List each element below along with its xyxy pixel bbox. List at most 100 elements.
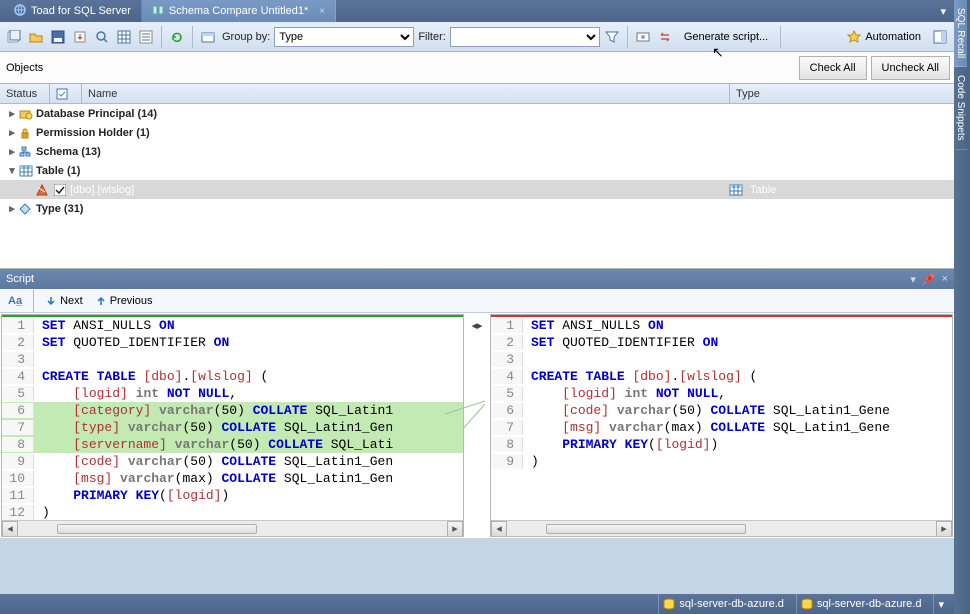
line-number: 1 xyxy=(491,318,523,333)
prev-diff-button[interactable]: Previous xyxy=(91,294,157,308)
code-line[interactable]: 12) xyxy=(2,504,463,521)
tree-row[interactable]: ▸ Type (31) xyxy=(0,199,954,218)
refresh-icon[interactable] xyxy=(168,28,186,46)
tree-row[interactable]: ▸ Database Principal (14) xyxy=(0,104,954,123)
col-name[interactable]: Name xyxy=(82,84,730,103)
scroll-thumb[interactable] xyxy=(546,524,746,534)
code-line[interactable]: 5 [logid] int NOT NULL, xyxy=(2,385,463,402)
minimize-panel-icon[interactable]: ▾ xyxy=(932,0,954,22)
scroll-right-icon[interactable]: ▸ xyxy=(447,521,463,537)
expand-icon[interactable]: ▸ xyxy=(6,202,18,215)
generate-label: Generate script... xyxy=(684,31,768,43)
code-line[interactable]: 1SET ANSI_NULLS ON xyxy=(491,317,952,334)
objects-bar: Objects Check All Uncheck All xyxy=(0,52,954,84)
open-icon[interactable] xyxy=(27,28,45,46)
line-number: 2 xyxy=(491,335,523,350)
code-line[interactable]: 3 xyxy=(491,351,952,368)
statusbar-menu[interactable]: ▾ xyxy=(933,594,948,614)
objects-tree[interactable]: ▸ Database Principal (14) ▸ Permission H… xyxy=(0,104,954,269)
code-line[interactable]: 7 [type] varchar(50) COLLATE SQL_Latin1_… xyxy=(2,419,463,436)
scroll-thumb[interactable] xyxy=(57,524,257,534)
collapse-icon[interactable]: ▾ xyxy=(6,164,18,177)
code-line[interactable]: 10 [msg] varchar(max) COLLATE SQL_Latin1… xyxy=(2,470,463,487)
separator xyxy=(33,290,34,312)
code-line[interactable]: 8 [servername] varchar(50) COLLATE SQL_L… xyxy=(2,436,463,453)
check-all-button[interactable]: Check All xyxy=(799,56,867,80)
options-icon[interactable] xyxy=(137,28,155,46)
connection-1[interactable]: sql-server-db-azure.d xyxy=(658,594,788,614)
code-line[interactable]: 2SET QUOTED_IDENTIFIER ON xyxy=(2,334,463,351)
line-number: 5 xyxy=(491,386,523,401)
rail-sql-recall[interactable]: SQL Recall xyxy=(954,0,967,67)
permission-icon xyxy=(18,126,34,140)
code-line[interactable]: 2SET QUOTED_IDENTIFIER ON xyxy=(491,334,952,351)
code-line[interactable]: 3 xyxy=(2,351,463,368)
tree-row[interactable]: ▸ Permission Holder (1) xyxy=(0,123,954,142)
line-number: 3 xyxy=(2,352,34,367)
tree-label: Table (1) xyxy=(36,165,80,177)
grid-icon[interactable] xyxy=(115,28,133,46)
line-number: 3 xyxy=(491,352,523,367)
line-number: 10 xyxy=(2,471,34,486)
code-line[interactable]: 9 [code] varchar(50) COLLATE SQL_Latin1_… xyxy=(2,453,463,470)
dropdown-icon[interactable]: ▾ xyxy=(910,273,916,286)
objects-label: Objects xyxy=(6,62,43,74)
tree-row[interactable]: ▾ Table (1) xyxy=(0,161,954,180)
diff-sync-icon[interactable]: ◂▸ xyxy=(465,313,489,538)
save-icon[interactable] xyxy=(49,28,67,46)
code-text: SET QUOTED_IDENTIFIER ON xyxy=(34,335,229,350)
code-line[interactable]: 1SET ANSI_NULLS ON xyxy=(2,317,463,334)
code-text: [category] varchar(50) COLLATE SQL_Latin… xyxy=(34,403,393,418)
col-type[interactable]: Type xyxy=(730,84,954,103)
tab-main[interactable]: Toad for SQL Server xyxy=(4,0,142,22)
uncheck-all-button[interactable]: Uncheck All xyxy=(871,56,950,80)
next-diff-button[interactable]: Next xyxy=(41,294,87,308)
hscrollbar[interactable]: ◂ ▸ xyxy=(491,520,952,536)
snapshot-l-icon[interactable] xyxy=(634,28,652,46)
arrow-down-icon xyxy=(45,295,57,307)
tree-label: Permission Holder (1) xyxy=(36,127,150,139)
search-icon[interactable] xyxy=(93,28,111,46)
generate-script-button[interactable]: Generate script... xyxy=(677,28,775,46)
tree-row[interactable]: ▸ Schema (13) xyxy=(0,142,954,161)
col-status[interactable]: Status xyxy=(0,84,50,103)
connection-2[interactable]: sql-server-db-azure.d xyxy=(796,594,926,614)
automation-button[interactable]: Automation xyxy=(840,27,928,47)
close-icon[interactable]: × xyxy=(319,6,325,17)
pin-icon[interactable]: 📌 xyxy=(922,273,936,286)
new-compare-icon[interactable] xyxy=(5,28,23,46)
filter-select[interactable] xyxy=(450,27,600,47)
swap-icon[interactable] xyxy=(656,28,674,46)
code-line[interactable]: 6 [category] varchar(50) COLLATE SQL_Lat… xyxy=(2,402,463,419)
expand-icon[interactable]: ▸ xyxy=(6,145,18,158)
expand-icon[interactable]: ▸ xyxy=(6,126,18,139)
code-line[interactable]: 4CREATE TABLE [dbo].[wlslog] ( xyxy=(2,368,463,385)
funnel-icon[interactable] xyxy=(603,28,621,46)
code-line[interactable]: 5 [logid] int NOT NULL, xyxy=(491,385,952,402)
scroll-right-icon[interactable]: ▸ xyxy=(936,521,952,537)
scroll-left-icon[interactable]: ◂ xyxy=(2,521,18,537)
rail-code-snippets[interactable]: Code Snippets xyxy=(954,67,967,150)
case-toggle-button[interactable]: Aa̲ xyxy=(4,294,26,308)
tree-row-selected[interactable]: [dbo].[wlslog] Table xyxy=(0,180,954,199)
expand-icon[interactable]: ▸ xyxy=(6,107,18,120)
pivot-icon[interactable] xyxy=(199,28,217,46)
right-pane[interactable]: 1SET ANSI_NULLS ON2SET QUOTED_IDENTIFIER… xyxy=(490,314,953,537)
left-pane[interactable]: 1SET ANSI_NULLS ON2SET QUOTED_IDENTIFIER… xyxy=(1,314,464,537)
tab-document[interactable]: Schema Compare Untitled1* × xyxy=(142,0,336,22)
panel-toggle-icon[interactable] xyxy=(931,28,949,46)
code-line[interactable]: 7 [msg] varchar(max) COLLATE SQL_Latin1_… xyxy=(491,419,952,436)
export-icon[interactable] xyxy=(71,28,89,46)
line-number: 7 xyxy=(2,420,34,435)
close-panel-icon[interactable]: × xyxy=(942,273,948,286)
code-line[interactable]: 8 PRIMARY KEY([logid]) xyxy=(491,436,952,453)
code-line[interactable]: 6 [code] varchar(50) COLLATE SQL_Latin1_… xyxy=(491,402,952,419)
col-checkbox[interactable] xyxy=(50,84,82,103)
code-line[interactable]: 9) xyxy=(491,453,952,470)
groupby-select[interactable]: Type xyxy=(274,27,414,47)
checkbox-checked-icon[interactable] xyxy=(52,183,68,197)
code-line[interactable]: 4CREATE TABLE [dbo].[wlslog] ( xyxy=(491,368,952,385)
scroll-left-icon[interactable]: ◂ xyxy=(491,521,507,537)
code-line[interactable]: 11 PRIMARY KEY([logid]) xyxy=(2,487,463,504)
hscrollbar[interactable]: ◂ ▸ xyxy=(2,520,463,536)
